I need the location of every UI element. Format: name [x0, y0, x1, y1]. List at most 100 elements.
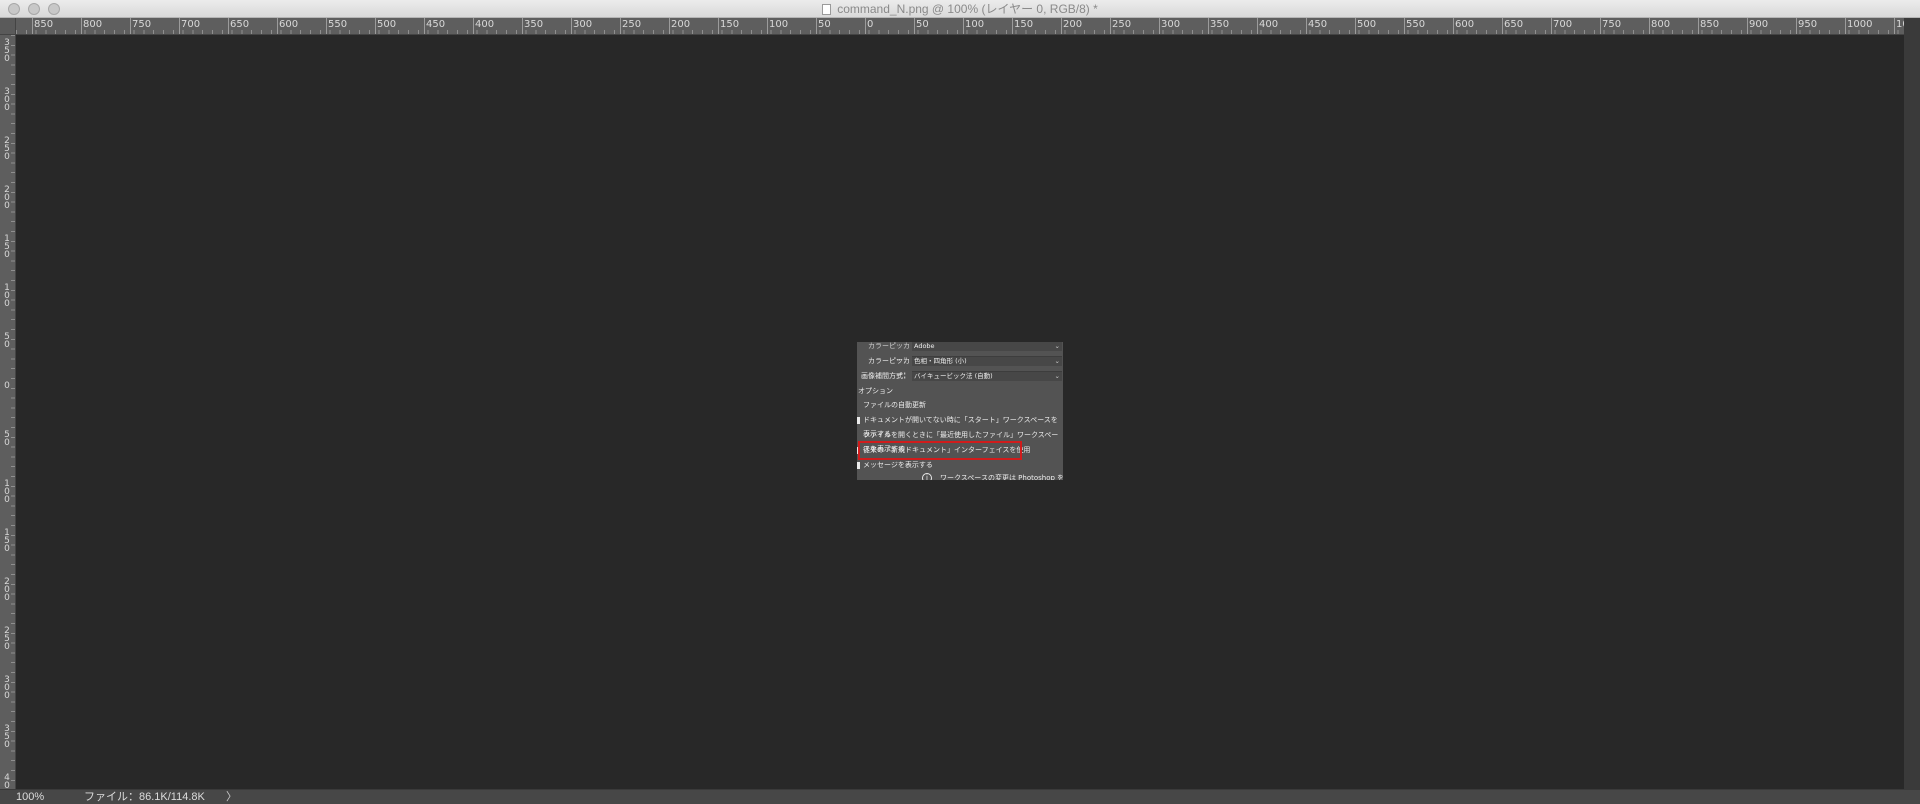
ruler-tick-label: 1000 — [1847, 19, 1873, 30]
vertical-ruler-tick-label: 350 — [4, 724, 10, 750]
ruler-major-tick — [1355, 18, 1356, 34]
ruler-major-tick — [816, 18, 817, 34]
vertical-ruler-tick-label: 250 — [4, 626, 10, 652]
ruler-tick-label: 250 — [622, 19, 642, 30]
ruler-major-tick — [914, 18, 915, 34]
ruler-major-tick — [767, 18, 768, 34]
ruler-major-tick — [1257, 18, 1258, 34]
option-auto-update-label: ファイルの自動更新 — [863, 401, 926, 409]
checkbox-checked-icon — [857, 462, 860, 469]
right-panel-edge — [1904, 18, 1920, 789]
vertical-ruler[interactable]: 350 300 250 200 150 100 50 0 50 100 150 200 250 300 35… — [0, 35, 16, 789]
vertical-ruler-tick-label: 400 — [4, 773, 10, 790]
horizontal-ruler-minor-ticks — [16, 30, 1904, 34]
interpolation-select: バイキュービック法 (自動) ⌄ — [912, 371, 1062, 381]
horizontal-ruler[interactable]: 850 800 750 700 650 600 550 500 450 400 350 300 250 2… — [16, 18, 1904, 35]
ruler-major-tick — [1747, 18, 1748, 34]
ruler-tick-label: 50 — [818, 19, 831, 30]
ruler-tick-label: 550 — [328, 19, 348, 30]
ruler-tick-label: 350 — [1210, 19, 1230, 30]
ruler-tick-label: 500 — [1357, 19, 1377, 30]
window-title: command_N.png @ 100% (レイヤー 0, RGB/8) * — [0, 0, 1920, 18]
ruler-major-tick — [375, 18, 376, 34]
ruler-major-tick — [963, 18, 964, 34]
options-section-row: オプション — [857, 384, 1063, 398]
checkbox-checked-icon — [857, 417, 860, 424]
file-size-info[interactable]: ファイル：86.1K/114.8K — [84, 790, 205, 804]
ruler-major-tick — [1159, 18, 1160, 34]
vertical-ruler-tick-label: 200 — [4, 577, 10, 603]
zoom-level[interactable]: 100% — [16, 790, 44, 804]
vertical-ruler-tick-label: 150 — [4, 528, 10, 554]
window-title-bar: command_N.png @ 100% (レイヤー 0, RGB/8) * — [0, 0, 1920, 18]
ruler-major-tick — [326, 18, 327, 34]
ruler-major-tick — [669, 18, 670, 34]
ruler-major-tick — [1894, 18, 1895, 34]
info-icon: i — [922, 473, 932, 480]
ruler-tick-label: 0 — [867, 19, 874, 30]
ruler-tick-label: 550 — [1406, 19, 1426, 30]
ruler-tick-label: 100 — [769, 19, 789, 30]
vertical-ruler-tick-label: 200 — [4, 185, 10, 211]
ruler-tick-label: 1050 — [1896, 19, 1904, 30]
vertical-ruler-tick-label: 250 — [4, 136, 10, 162]
ruler-tick-label: 600 — [1455, 19, 1475, 30]
ruler-major-tick — [1796, 18, 1797, 34]
ruler-major-tick — [1845, 18, 1846, 34]
ruler-major-tick — [1649, 18, 1650, 34]
chevron-down-icon: ⌄ — [1054, 342, 1060, 350]
ruler-tick-label: 750 — [132, 19, 152, 30]
vertical-ruler-tick-label: 50 — [4, 332, 10, 350]
ruler-major-tick — [1012, 18, 1013, 34]
option-show-messages-label: メッセージを表示する — [863, 461, 933, 469]
interpolation-value: バイキュービック法 (自動) — [914, 372, 993, 380]
ruler-tick-label: 850 — [1700, 19, 1720, 30]
ruler-major-tick — [718, 18, 719, 34]
ruler-tick-label: 650 — [1504, 19, 1524, 30]
color-picker-select: Adobe ⌄ — [912, 342, 1062, 351]
ruler-tick-label: 950 — [1798, 19, 1818, 30]
ruler-major-tick — [32, 18, 33, 34]
vertical-ruler-tick-label: 300 — [4, 87, 10, 113]
ruler-major-tick — [1698, 18, 1699, 34]
ruler-tick-label: 800 — [1651, 19, 1671, 30]
vertical-ruler-tick-label: 300 — [4, 675, 10, 701]
interpolation-label: 画像補間方式： — [861, 372, 910, 380]
ruler-tick-label: 150 — [1014, 19, 1034, 30]
status-menu-arrow-icon[interactable]: 〉 — [226, 790, 237, 804]
ruler-tick-label: 400 — [475, 19, 495, 30]
workspace-note-row: ワークスペースの変更は Photoshop を再起動 — [940, 471, 1063, 480]
vertical-ruler-tick-label: 100 — [4, 283, 10, 309]
color-picker-value: Adobe — [914, 342, 935, 350]
window-title-text: command_N.png @ 100% (レイヤー 0, RGB/8) * — [837, 2, 1098, 16]
ruler-tick-label: 700 — [181, 19, 201, 30]
ruler-tick-label: 200 — [671, 19, 691, 30]
ruler-tick-label: 650 — [230, 19, 250, 30]
ruler-tick-label: 850 — [34, 19, 54, 30]
ruler-major-tick — [1551, 18, 1552, 34]
hud-color-picker-row: カラーピッカー： 色相・四角形 (小) ⌄ — [857, 354, 1063, 379]
ruler-major-tick — [1600, 18, 1601, 34]
chevron-down-icon: ⌄ — [1054, 372, 1060, 380]
ruler-major-tick — [179, 18, 180, 34]
status-bar: 100% ファイル：86.1K/114.8K 〉 — [0, 789, 1920, 804]
ruler-major-tick — [228, 18, 229, 34]
ruler-tick-label: 700 — [1553, 19, 1573, 30]
ruler-major-tick — [1110, 18, 1111, 34]
options-section-title: オプション — [858, 387, 893, 395]
ruler-tick-label: 350 — [524, 19, 544, 30]
option-show-messages: メッセージを表示する — [857, 458, 1063, 472]
option-start-workspace: ドキュメントが開いてない時に「スタート」ワークスペースを表示する — [857, 413, 1063, 438]
ruler-tick-label: 750 — [1602, 19, 1622, 30]
ruler-tick-label: 500 — [377, 19, 397, 30]
ruler-tick-label: 50 — [916, 19, 929, 30]
vertical-ruler-tick-label: 350 — [4, 38, 10, 64]
ruler-major-tick — [424, 18, 425, 34]
ruler-major-tick — [571, 18, 572, 34]
chevron-down-icon: ⌄ — [1054, 357, 1060, 365]
ruler-tick-label: 300 — [573, 19, 593, 30]
ruler-tick-label: 450 — [426, 19, 446, 30]
vertical-ruler-tick-label: 150 — [4, 234, 10, 260]
ruler-tick-label: 200 — [1063, 19, 1083, 30]
ruler-origin-corner[interactable] — [0, 18, 16, 35]
